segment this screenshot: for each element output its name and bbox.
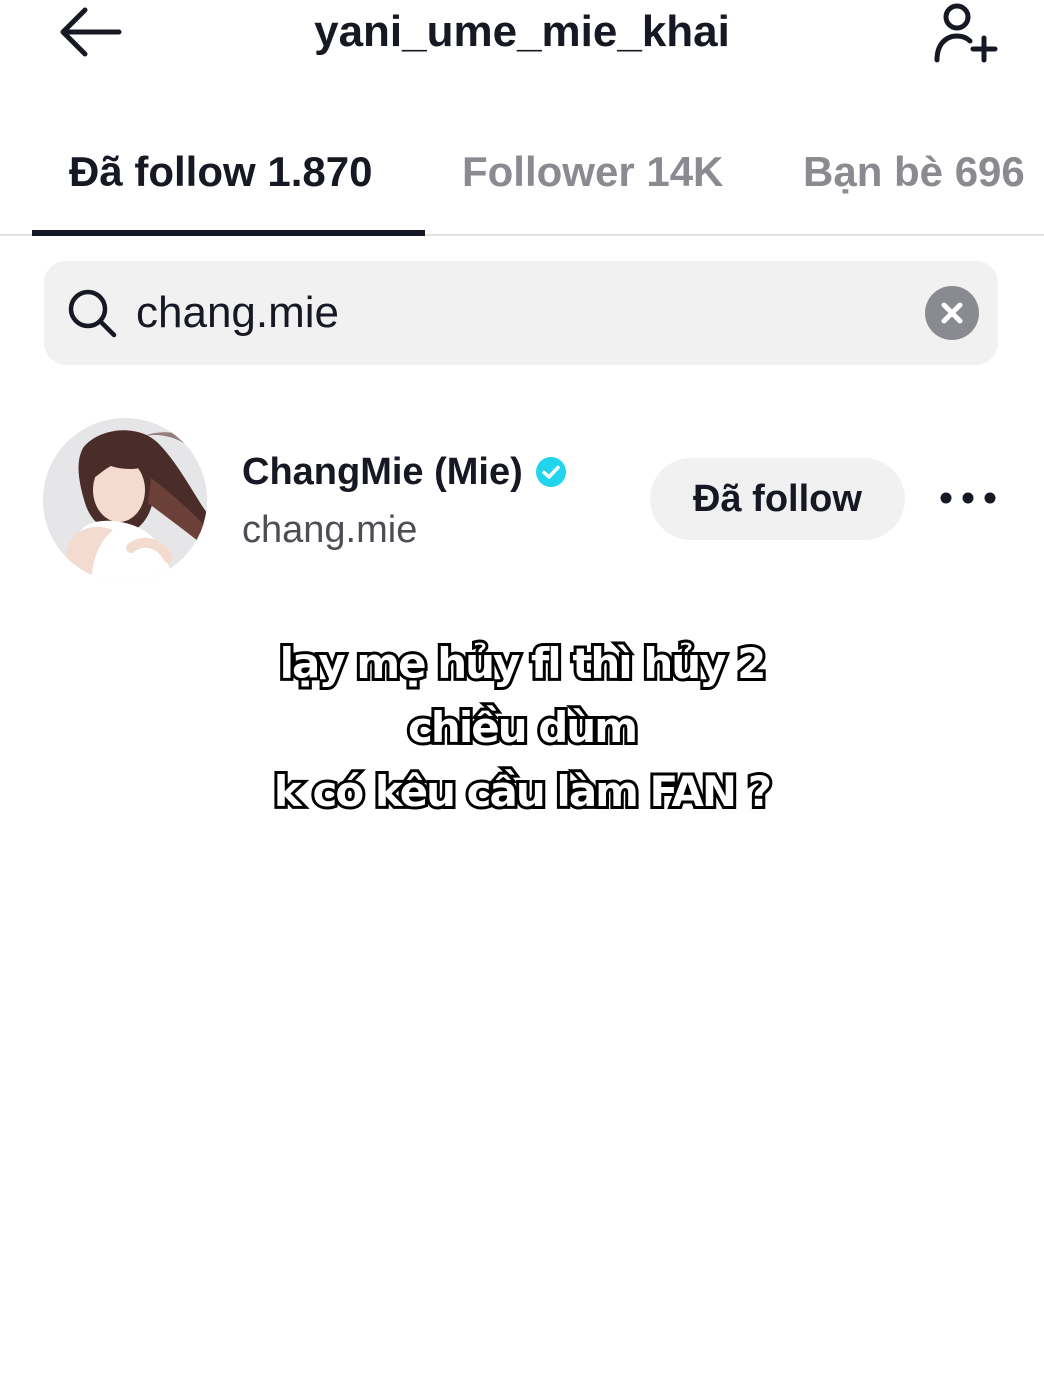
clear-circle-icon[interactable]: [924, 285, 980, 341]
overlay-caption: lạy mẹ hủy fl thì hủy 2 chiều dùm k có k…: [0, 632, 1044, 824]
active-tab-indicator: [32, 230, 425, 236]
username: chang.mie: [242, 509, 418, 551]
following-button[interactable]: Đã follow: [650, 458, 905, 540]
person-add-icon: [934, 3, 998, 63]
add-user-button[interactable]: [924, 0, 1004, 66]
search-bar: [44, 261, 998, 365]
caption-line: lạy mẹ hủy fl thì hủy 2: [277, 636, 770, 691]
avatar-photo: [43, 418, 207, 582]
avatar[interactable]: [43, 418, 207, 582]
caption-line: chiều dùm: [405, 700, 641, 755]
page-title: yani_ume_mie_khai: [314, 7, 730, 56]
list-item[interactable]: ChangMie (Mie) chang.mie Đã follow: [0, 410, 1044, 590]
search-icon: [68, 289, 117, 338]
top-nav-bar: yani_ume_mie_khai: [0, 0, 1044, 70]
user-display-name-row[interactable]: ChangMie (Mie): [242, 446, 567, 498]
verified-badge-icon: [535, 457, 566, 487]
follow-tabs: Đã follow 1.870 Follower 14K Bạn bè 696: [0, 130, 1044, 236]
tab-friends[interactable]: Bạn bè 696: [803, 144, 1025, 200]
caption-line: k có kêu cầu làm FAN ?: [271, 764, 775, 819]
tab-following[interactable]: Đã follow 1.870: [69, 144, 372, 200]
display-name: ChangMie (Mie): [242, 451, 523, 493]
search-input[interactable]: [136, 285, 896, 341]
tab-followers[interactable]: Follower 14K: [462, 144, 723, 200]
more-horizontal-icon[interactable]: [930, 480, 1006, 516]
